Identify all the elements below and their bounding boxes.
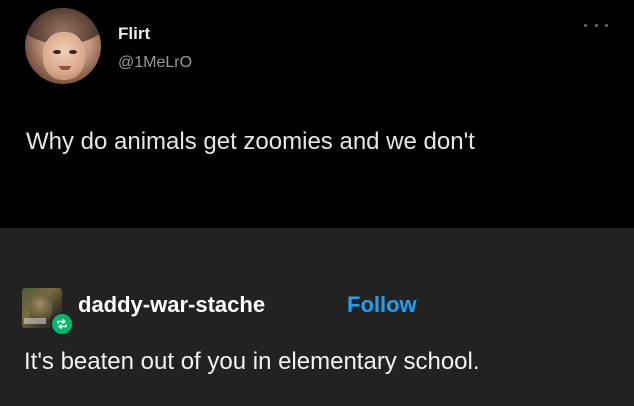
post-body-text: It's beaten out of you in elementary sch… — [24, 348, 480, 375]
tweet-author-handle: @1MeLrO — [118, 54, 193, 71]
more-options-icon — [584, 20, 608, 30]
tweet-author-name: Flirt — [118, 24, 151, 43]
reblog-post: daddy-war-stache Follow It's beaten out … — [0, 228, 634, 406]
tweet-screenshot: Flirt @1MeLrO Why do animals get zoomies… — [0, 0, 634, 228]
reblog-icon — [50, 312, 74, 336]
follow-button[interactable]: Follow — [347, 292, 417, 318]
tweet-author-avatar — [25, 8, 101, 84]
tweet-text: Why do animals get zoomies and we don't — [26, 128, 475, 155]
post-username[interactable]: daddy-war-stache — [78, 292, 265, 318]
